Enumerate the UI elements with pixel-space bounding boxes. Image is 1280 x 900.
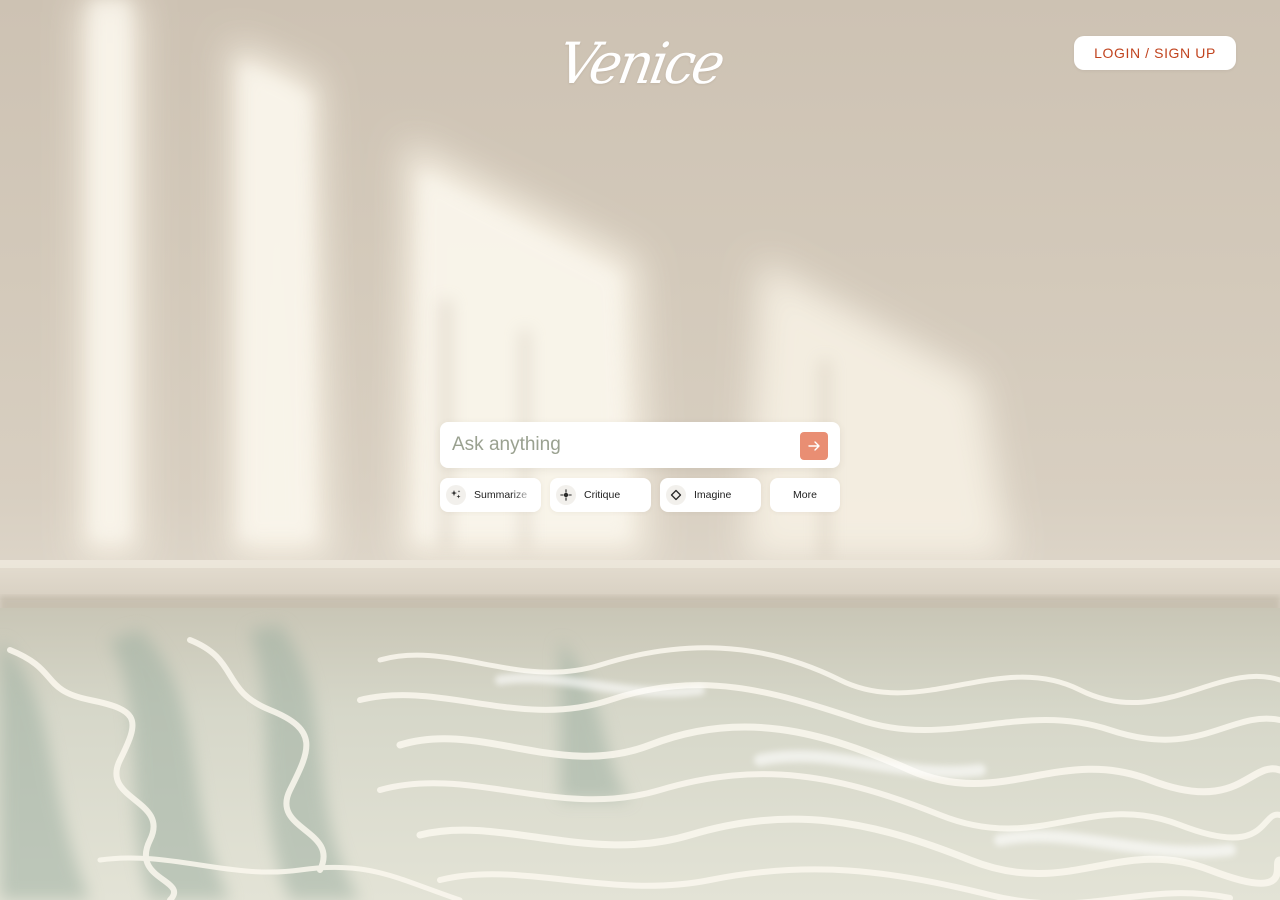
diamond-icon: [670, 489, 682, 501]
chip-label: Imagine: [694, 489, 732, 501]
chip-summarize[interactable]: Summarize: [440, 478, 541, 512]
chip-icon-wrap: [446, 485, 466, 505]
chip-fade: [511, 478, 541, 512]
arrow-right-icon: [808, 441, 820, 451]
crosshair-icon: [560, 489, 572, 501]
chip-icon-wrap: [556, 485, 576, 505]
login-signup-button[interactable]: LOGIN / SIGN UP: [1074, 36, 1236, 70]
chip-label: More: [793, 489, 817, 501]
chip-critique[interactable]: Critique: [550, 478, 651, 512]
chip-more[interactable]: More: [770, 478, 840, 512]
chip-label: Critique: [584, 489, 621, 501]
send-button[interactable]: [800, 432, 828, 460]
search-box: [440, 422, 840, 468]
search-input[interactable]: [452, 422, 792, 468]
sparkle-icon: [451, 490, 461, 499]
logo-wordmark: Venice: [553, 30, 728, 97]
chip-icon-wrap: [666, 485, 686, 505]
chip-imagine[interactable]: Imagine: [660, 478, 761, 512]
venice-logo[interactable]: Venice: [553, 28, 727, 100]
